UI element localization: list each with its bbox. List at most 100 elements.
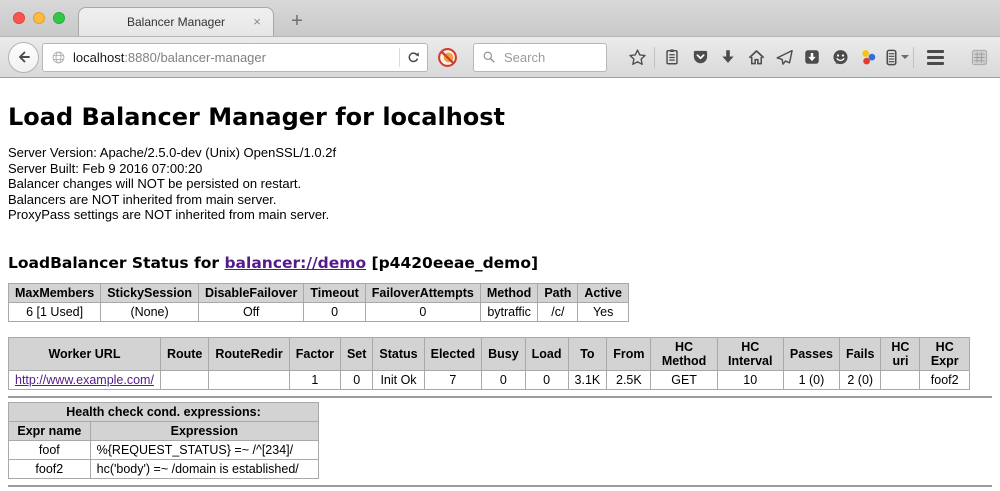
chat-smiley-icon bbox=[831, 48, 850, 67]
back-button[interactable] bbox=[8, 42, 39, 73]
notice-line: Balancer changes will NOT be persisted o… bbox=[8, 176, 992, 192]
notice-line: Balancers are NOT inherited from main se… bbox=[8, 192, 992, 208]
table-title-row: Health check cond. expressions: bbox=[9, 402, 319, 421]
hamburger-menu-icon bbox=[927, 50, 944, 65]
plugin-block-button[interactable] bbox=[437, 47, 458, 68]
column-header: Set bbox=[340, 337, 372, 370]
home-icon bbox=[747, 48, 766, 67]
balancer-link[interactable]: balancer://demo bbox=[224, 254, 366, 272]
colored-dots-icon bbox=[859, 48, 878, 67]
fails-cell: 2 (0) bbox=[839, 370, 881, 389]
notice-line: ProxyPass settings are NOT inherited fro… bbox=[8, 207, 992, 223]
table-header-row: Expr name Expression bbox=[9, 421, 319, 440]
column-header: RouteRedir bbox=[209, 337, 289, 370]
search-input[interactable] bbox=[502, 49, 598, 66]
expr-name-cell: foof bbox=[9, 440, 91, 459]
column-header: HC uri bbox=[881, 337, 920, 370]
tab-balancer-manager[interactable]: Balancer Manager × bbox=[78, 7, 274, 36]
send-button[interactable] bbox=[772, 45, 796, 69]
route-cell bbox=[160, 370, 208, 389]
downloads-button[interactable] bbox=[716, 45, 740, 69]
table-row: foof2 hc('body') =~ /domain is establish… bbox=[9, 459, 319, 478]
url-text: localhost:8880/balancer-manager bbox=[73, 50, 395, 65]
from-cell: 2.5K bbox=[607, 370, 651, 389]
column-header: HC Method bbox=[651, 337, 717, 370]
colored-dots-button[interactable] bbox=[856, 45, 880, 69]
section-divider bbox=[8, 396, 992, 398]
extension-grid-icon bbox=[970, 48, 989, 67]
toolbar-icons bbox=[623, 45, 993, 69]
window-controls bbox=[13, 12, 65, 24]
column-header: HC Interval bbox=[717, 337, 783, 370]
search-bar[interactable] bbox=[473, 43, 607, 72]
column-header: Worker URL bbox=[9, 337, 161, 370]
container-button[interactable] bbox=[884, 45, 908, 69]
column-header: Load bbox=[525, 337, 568, 370]
max-members-cell: 6 [1 Used] bbox=[9, 302, 101, 321]
timeout-cell: 0 bbox=[304, 302, 365, 321]
reading-list-button[interactable] bbox=[660, 45, 684, 69]
download-arrow-icon bbox=[719, 48, 737, 66]
extension-grid-button[interactable] bbox=[967, 45, 991, 69]
reload-button[interactable] bbox=[404, 48, 423, 67]
column-header: DisableFailover bbox=[198, 283, 303, 302]
worker-url-cell: http://www.example.com/ bbox=[9, 370, 161, 389]
reading-list-icon bbox=[663, 48, 681, 66]
column-header: Busy bbox=[482, 337, 526, 370]
route-redir-cell bbox=[209, 370, 289, 389]
chat-button[interactable] bbox=[828, 45, 852, 69]
tab-bar: Balancer Manager × + bbox=[0, 0, 1000, 36]
worker-status-table: Worker URL Route RouteRedir Factor Set S… bbox=[8, 337, 970, 390]
column-header: Active bbox=[578, 283, 629, 302]
hc-expr-cell: foof2 bbox=[920, 370, 970, 389]
zoom-window-button[interactable] bbox=[53, 12, 65, 24]
health-check-table: Health check cond. expressions: Expr nam… bbox=[8, 402, 319, 479]
page-title: Load Balancer Manager for localhost bbox=[8, 103, 992, 131]
disable-failover-cell: Off bbox=[198, 302, 303, 321]
elected-cell: 7 bbox=[424, 370, 481, 389]
close-window-button[interactable] bbox=[13, 12, 25, 24]
minimize-window-button[interactable] bbox=[33, 12, 45, 24]
toolbar-divider bbox=[654, 47, 655, 68]
column-header: Path bbox=[538, 283, 578, 302]
section-divider bbox=[8, 485, 992, 487]
new-tab-button[interactable]: + bbox=[284, 8, 310, 34]
method-cell: bytraffic bbox=[480, 302, 537, 321]
container-battery-icon bbox=[883, 48, 900, 67]
toolbar-divider bbox=[913, 47, 914, 68]
refresh-icon bbox=[406, 50, 421, 65]
factor-cell: 1 bbox=[289, 370, 340, 389]
star-icon bbox=[628, 48, 647, 67]
tab-close-button[interactable]: × bbox=[249, 14, 265, 30]
column-header: From bbox=[607, 337, 651, 370]
to-cell: 3.1K bbox=[568, 370, 607, 389]
globe-icon bbox=[51, 50, 66, 65]
sticky-session-cell: (None) bbox=[101, 302, 199, 321]
pocket-icon bbox=[691, 48, 710, 67]
plugin-block-icon bbox=[437, 47, 458, 68]
busy-cell: 0 bbox=[482, 370, 526, 389]
column-header: Route bbox=[160, 337, 208, 370]
video-download-button[interactable] bbox=[800, 45, 824, 69]
server-info: Server Version: Apache/2.5.0-dev (Unix) … bbox=[8, 145, 992, 223]
column-header: Expression bbox=[90, 421, 318, 440]
video-download-icon bbox=[803, 48, 821, 66]
tab-title: Balancer Manager bbox=[127, 15, 225, 29]
column-header: Elected bbox=[424, 337, 481, 370]
send-plane-icon bbox=[775, 48, 794, 67]
worker-row: http://www.example.com/ 1 0 Init Ok 7 0 … bbox=[9, 370, 970, 389]
server-built-line: Server Built: Feb 9 2016 07:00:20 bbox=[8, 161, 992, 177]
worker-url-link[interactable]: http://www.example.com/ bbox=[15, 373, 154, 387]
url-bar[interactable]: localhost:8880/balancer-manager bbox=[42, 43, 428, 72]
expr-name-cell: foof2 bbox=[9, 459, 91, 478]
heading-prefix: LoadBalancer Status for bbox=[8, 254, 219, 272]
home-button[interactable] bbox=[744, 45, 768, 69]
bookmark-star-button[interactable] bbox=[625, 45, 649, 69]
path-cell: /c/ bbox=[538, 302, 578, 321]
menu-button[interactable] bbox=[923, 45, 947, 69]
back-arrow-icon bbox=[15, 48, 33, 66]
column-header: Fails bbox=[839, 337, 881, 370]
pocket-button[interactable] bbox=[688, 45, 712, 69]
column-header: Method bbox=[480, 283, 537, 302]
table-header-row: MaxMembers StickySession DisableFailover… bbox=[9, 283, 629, 302]
